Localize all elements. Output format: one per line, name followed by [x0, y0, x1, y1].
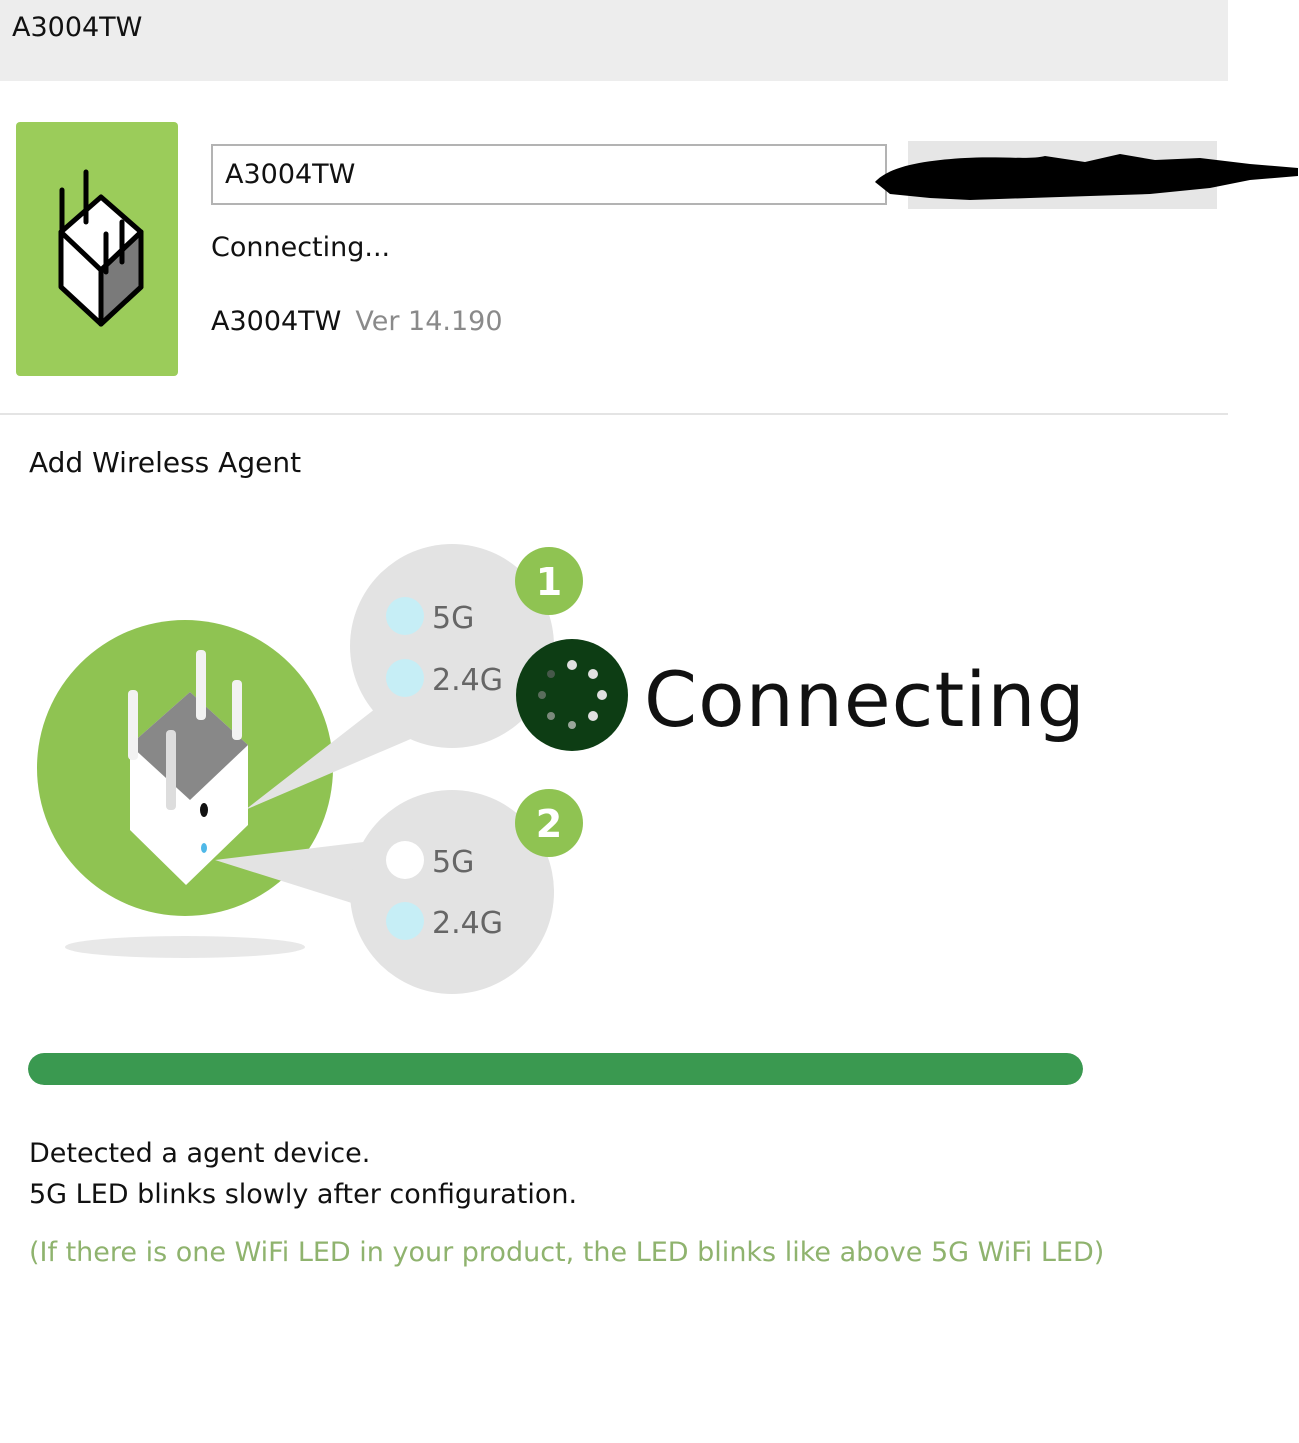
- step2-led-24g: [386, 902, 424, 940]
- model-version-line: A3004TW Ver 14.190: [211, 306, 503, 337]
- connecting-label: Connecting: [644, 655, 1086, 744]
- step1-number: 1: [536, 560, 562, 604]
- connection-status: Connecting...: [211, 232, 391, 263]
- title-bar: A3004TW: [0, 0, 1228, 81]
- wifi-led-hint: (If there is one WiFi LED in your produc…: [29, 1237, 1105, 1268]
- step2-number: 2: [536, 802, 562, 846]
- device-tile: [16, 122, 178, 376]
- divider: [0, 413, 1228, 415]
- step2-led-5g: [386, 841, 424, 879]
- step2-led-24g-label: 2.4G: [432, 906, 503, 941]
- progress-fill: [28, 1053, 1083, 1085]
- step1-led-24g-label: 2.4G: [432, 663, 503, 698]
- model-name: A3004TW: [211, 306, 342, 337]
- step1-led-5g: [386, 597, 424, 635]
- agent-led-illustration: 5G 2.4G 5G 2.4G 1 2: [37, 544, 628, 994]
- range-extender-icon: [58, 169, 144, 327]
- detected-message: Detected a agent device.: [29, 1138, 371, 1169]
- loading-spinner-icon: [516, 639, 628, 751]
- step1-led-24g: [386, 659, 424, 697]
- step2-led-5g-label: 5G: [432, 845, 474, 880]
- led-instruction-message: 5G LED blinks slowly after configuration…: [29, 1179, 578, 1210]
- device-name-input[interactable]: [211, 144, 887, 205]
- firmware-version: Ver 14.190: [355, 306, 503, 337]
- app-window: A3004TW Save Connecting... A3004TW Ver 14…: [0, 0, 1299, 1443]
- save-button[interactable]: Save: [908, 141, 1217, 209]
- device-shadow: [65, 936, 305, 958]
- window-title: A3004TW: [12, 12, 143, 43]
- progress-bar: [28, 1053, 1083, 1085]
- step1-led-5g-label: 5G: [432, 601, 474, 636]
- section-title: Add Wireless Agent: [29, 446, 302, 479]
